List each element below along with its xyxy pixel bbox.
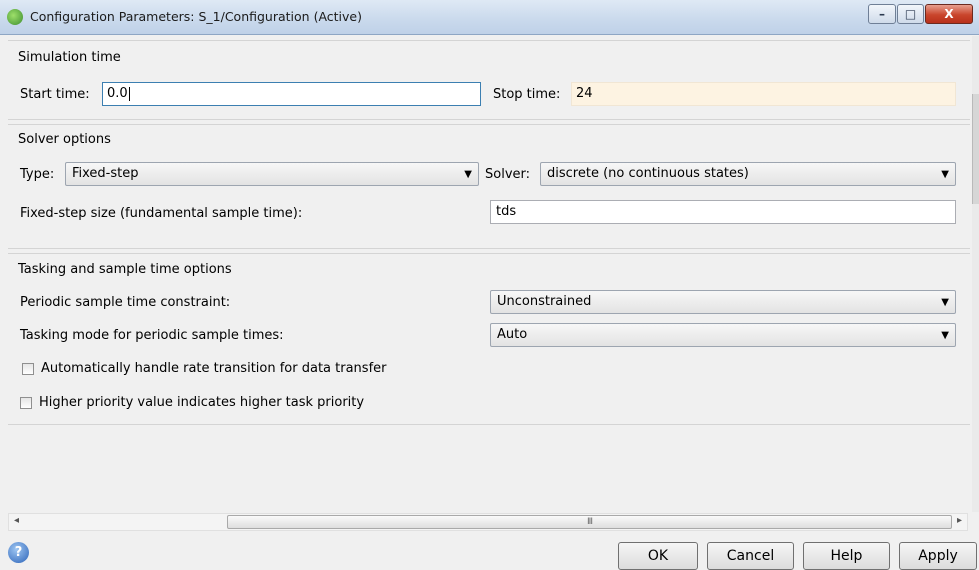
- close-icon: X: [944, 7, 954, 21]
- minimize-button[interactable]: –: [868, 4, 896, 24]
- type-label: Type:: [20, 167, 55, 182]
- close-button[interactable]: X: [925, 4, 973, 24]
- solver-label: Solver:: [485, 167, 531, 182]
- help-icon[interactable]: ?: [8, 542, 29, 563]
- simulation-time-title: Simulation time: [18, 50, 121, 65]
- ok-button[interactable]: OK: [618, 542, 698, 570]
- tasking-options-group: Tasking and sample time options Periodic…: [8, 253, 970, 425]
- stop-time-input[interactable]: 24: [571, 82, 956, 106]
- rate-transition-checkbox[interactable]: Automatically handle rate transition for…: [22, 361, 387, 376]
- periodic-constraint-value: Unconstrained: [497, 294, 592, 309]
- task-priority-checkbox[interactable]: Higher priority value indicates higher t…: [20, 395, 364, 410]
- horizontal-scrollbar[interactable]: ◂ III ▸: [8, 513, 968, 531]
- scroll-left-icon[interactable]: ◂: [14, 515, 19, 526]
- periodic-constraint-label: Periodic sample time constraint:: [20, 295, 231, 310]
- task-priority-label: Higher priority value indicates higher t…: [39, 395, 365, 410]
- solver-select[interactable]: discrete (no continuous states) ▼: [540, 162, 956, 186]
- checkbox-box[interactable]: [20, 396, 32, 409]
- dropdown-arrow-icon: ▼: [941, 169, 949, 180]
- type-select[interactable]: Fixed-step ▼: [65, 162, 479, 186]
- tasking-mode-select[interactable]: Auto ▼: [490, 323, 956, 347]
- stop-time-value: 24: [576, 86, 593, 101]
- dropdown-arrow-icon: ▼: [464, 169, 472, 180]
- text-caret: [128, 86, 130, 101]
- rate-transition-label: Automatically handle rate transition for…: [41, 361, 387, 376]
- fixed-step-size-value: tds: [496, 204, 517, 219]
- solver-value: discrete (no continuous states): [547, 166, 749, 181]
- fixed-step-size-label: Fixed-step size (fundamental sample time…: [20, 206, 303, 221]
- start-time-input[interactable]: 0.0: [102, 82, 481, 106]
- scroll-right-icon[interactable]: ▸: [957, 515, 962, 526]
- maximize-button[interactable]: □: [897, 4, 924, 24]
- minimize-icon: –: [879, 7, 885, 21]
- checkbox-box[interactable]: [22, 362, 34, 375]
- simulink-app-icon: [7, 9, 23, 25]
- simulation-time-group: Simulation time Start time: 0.0 Stop tim…: [8, 40, 970, 120]
- title-bar: Configuration Parameters: S_1/Configurat…: [0, 0, 979, 35]
- dropdown-arrow-icon: ▼: [941, 330, 949, 341]
- tasking-mode-value: Auto: [497, 327, 528, 342]
- dropdown-arrow-icon: ▼: [941, 297, 949, 308]
- apply-button[interactable]: Apply: [899, 542, 977, 570]
- solver-options-title: Solver options: [18, 132, 111, 147]
- tasking-options-title: Tasking and sample time options: [18, 262, 232, 277]
- type-value: Fixed-step: [72, 166, 139, 181]
- vertical-scroll-thumb[interactable]: [972, 94, 979, 204]
- configuration-pane: Simulation time Start time: 0.0 Stop tim…: [8, 40, 970, 510]
- periodic-constraint-select[interactable]: Unconstrained ▼: [490, 290, 956, 314]
- help-button[interactable]: Help: [803, 542, 890, 570]
- maximize-icon: □: [904, 7, 917, 21]
- vertical-scrollbar[interactable]: [972, 36, 979, 512]
- start-time-label: Start time:: [20, 87, 90, 102]
- stop-time-label: Stop time:: [493, 87, 561, 102]
- start-time-value: 0.0: [107, 86, 128, 101]
- fixed-step-size-input[interactable]: tds: [490, 200, 956, 224]
- tasking-mode-label: Tasking mode for periodic sample times:: [20, 328, 284, 343]
- window-title: Configuration Parameters: S_1/Configurat…: [30, 9, 362, 24]
- cancel-button[interactable]: Cancel: [707, 542, 794, 570]
- scroll-grip-icon: III: [587, 517, 593, 527]
- horizontal-scroll-thumb[interactable]: III: [227, 515, 952, 529]
- solver-options-group: Solver options Type: Fixed-step ▼ Solver:…: [8, 124, 970, 249]
